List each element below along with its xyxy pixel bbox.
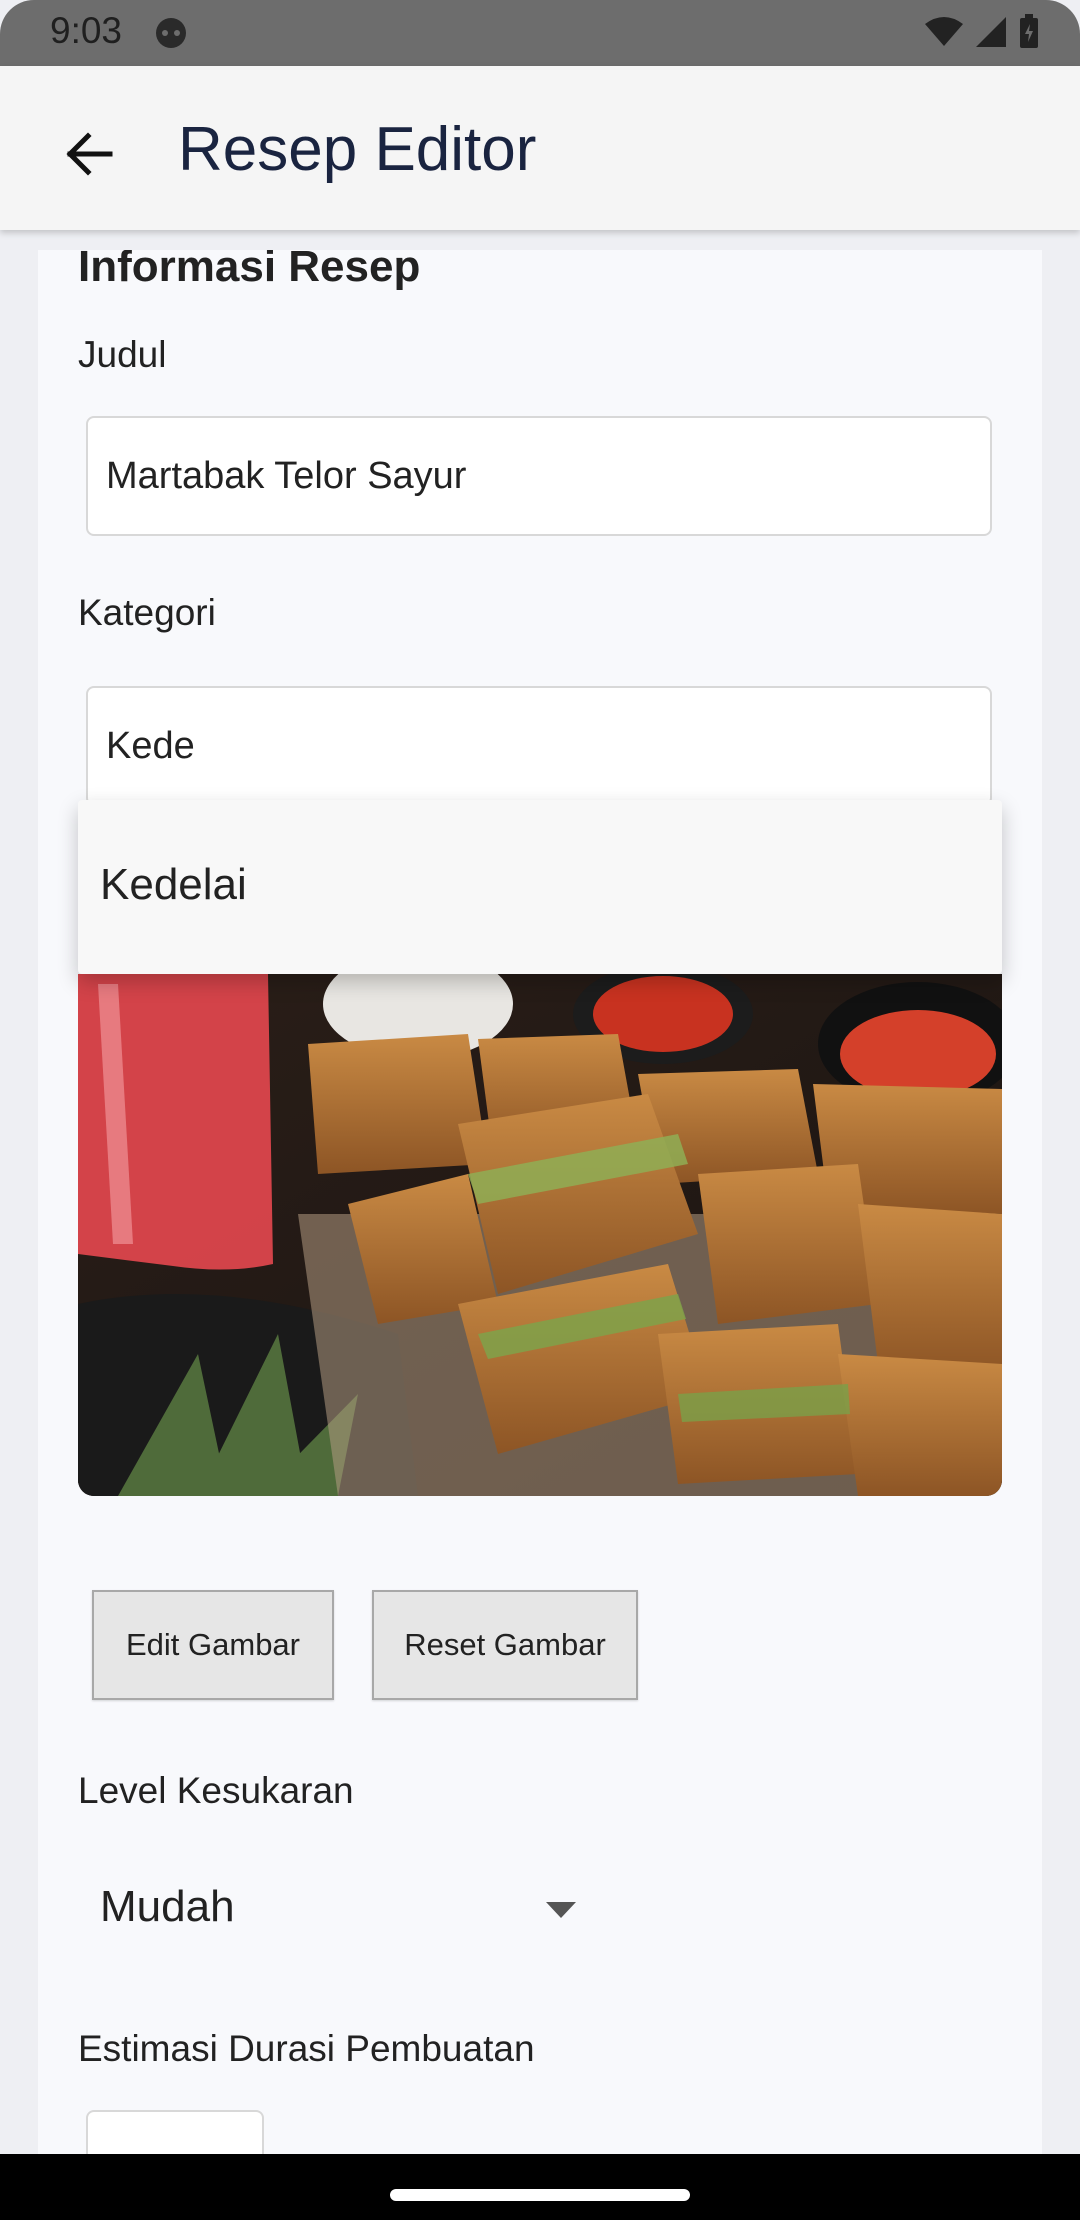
edit-image-button[interactable]: Edit Gambar: [92, 1590, 334, 1700]
category-input[interactable]: Kede: [86, 686, 992, 806]
app-bar: Resep Editor: [0, 66, 1080, 230]
status-bar: 9:03: [0, 0, 1080, 66]
suggestion-item[interactable]: Kedelai: [100, 860, 247, 910]
signal-icon: [974, 15, 1008, 54]
wifi-icon: [924, 16, 964, 53]
recipe-form-card: Informasi Resep Judul Martabak Telor Say…: [38, 250, 1042, 2160]
difficulty-select[interactable]: Mudah: [100, 1882, 235, 1932]
home-indicator[interactable]: [390, 2189, 690, 2201]
difficulty-label: Level Kesukaran: [78, 1770, 354, 1811]
back-button[interactable]: [48, 116, 128, 196]
title-input[interactable]: Martabak Telor Sayur: [86, 416, 992, 536]
app-notification-icon: [153, 15, 189, 51]
section-title: Informasi Resep: [78, 250, 421, 291]
battery-icon: [1018, 14, 1040, 55]
navigation-bar: [0, 2154, 1080, 2220]
reset-image-button[interactable]: Reset Gambar: [372, 1590, 638, 1700]
duration-label: Estimasi Durasi Pembuatan: [78, 2028, 535, 2069]
recipe-image: [78, 974, 1002, 1496]
title-label: Judul: [78, 334, 167, 375]
duration-input[interactable]: [86, 2110, 264, 2160]
dropdown-arrow-icon[interactable]: [546, 1902, 576, 1923]
category-suggestions-popup: Kedelai: [78, 800, 1002, 974]
page-title: Resep Editor: [178, 115, 537, 184]
arrow-left-icon: [62, 128, 114, 185]
status-time: 9:03: [50, 10, 123, 51]
category-label: Kategori: [78, 592, 216, 633]
